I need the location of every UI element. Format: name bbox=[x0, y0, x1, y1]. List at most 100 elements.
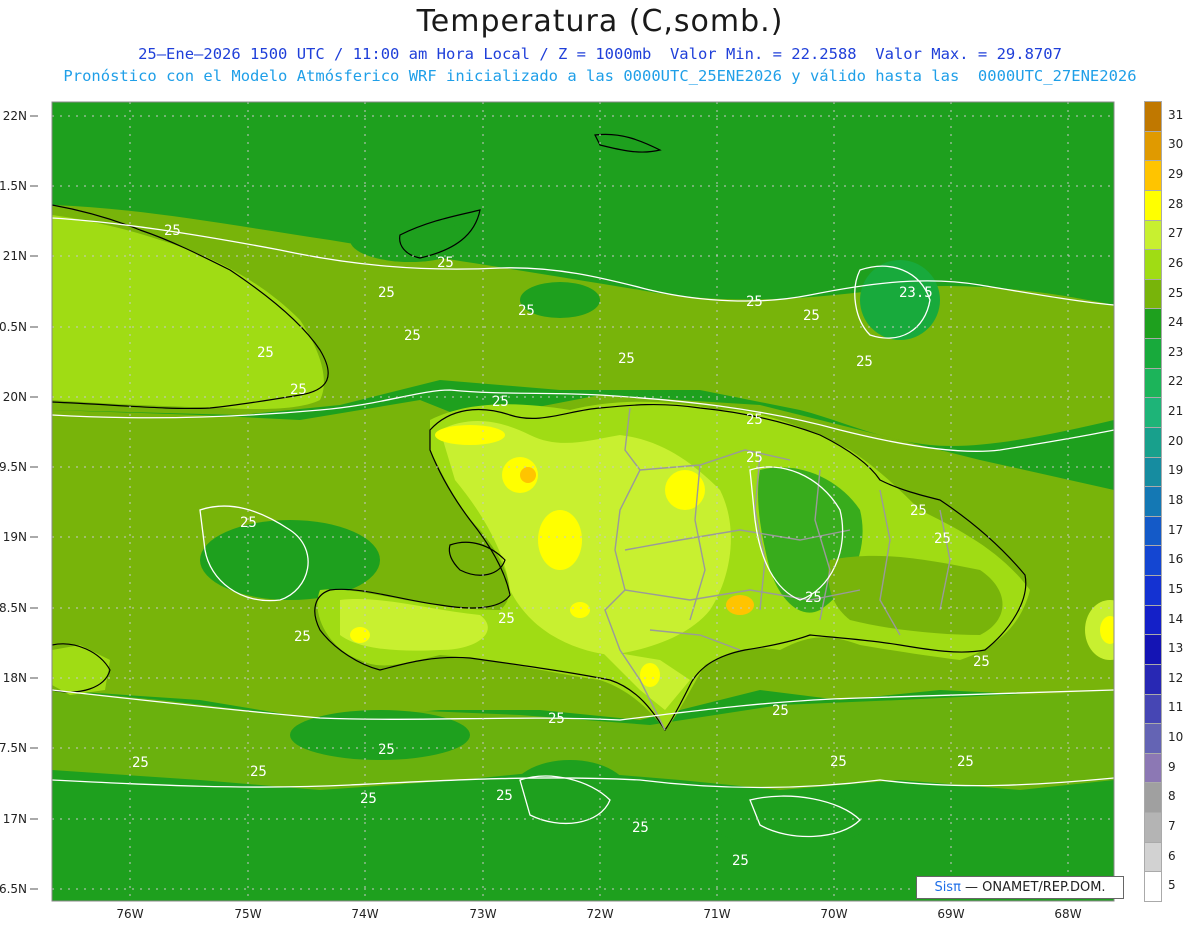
colorbar-label: 8 bbox=[1168, 789, 1176, 804]
hotspot-3 bbox=[538, 510, 582, 570]
temperature-fields bbox=[52, 205, 1114, 848]
colorbar-swatch bbox=[1144, 605, 1162, 636]
contour-label: 25 bbox=[240, 515, 257, 531]
sea-blob-3 bbox=[200, 520, 380, 600]
colorbar-label: 26 bbox=[1168, 255, 1184, 270]
contour-label: 23.5 bbox=[899, 285, 933, 301]
lat-label: 19N bbox=[3, 530, 27, 544]
sea-blob-6 bbox=[710, 792, 870, 848]
contour-label: 25 bbox=[973, 654, 990, 670]
contour-label: 25 bbox=[957, 754, 974, 770]
contour-label: 25 bbox=[746, 450, 763, 466]
subtitle-line-1: 25—Ene—2026 1500 UTC / 11:00 am Hora Loc… bbox=[138, 45, 1062, 63]
lat-label: 1.5N bbox=[0, 179, 27, 193]
colorbar-swatch bbox=[1144, 635, 1162, 665]
colorbar-label: 17 bbox=[1168, 522, 1184, 537]
contour-label: 25 bbox=[404, 328, 421, 344]
colorbar-label: 29 bbox=[1168, 167, 1184, 182]
lon-label: 68W bbox=[1054, 907, 1081, 921]
lat-label: 18N bbox=[3, 671, 27, 685]
lon-label: 72W bbox=[586, 907, 613, 921]
hotspot-8 bbox=[350, 627, 370, 643]
lon-label: 75W bbox=[234, 907, 261, 921]
hotspot-6 bbox=[570, 602, 590, 618]
colorbar-swatch bbox=[1144, 694, 1162, 725]
colorbar-swatch bbox=[1144, 279, 1162, 310]
longitude-axis: 76W 75W 74W 73W 72W 71W 70W 69W 68W bbox=[116, 907, 1081, 921]
contour-label: 25 bbox=[378, 742, 395, 758]
lat-label: 22N bbox=[3, 109, 27, 123]
colorbar-swatch bbox=[1144, 753, 1162, 784]
contour-label: 25 bbox=[257, 345, 274, 361]
colorbar-swatch bbox=[1144, 516, 1162, 547]
lat-label: 7.5N bbox=[0, 741, 27, 755]
hotspot-2-core bbox=[520, 467, 536, 483]
colorbar-swatch bbox=[1144, 664, 1162, 695]
colorbar-swatch bbox=[1144, 546, 1162, 576]
colorbar-label: 12 bbox=[1168, 670, 1184, 685]
colorbar bbox=[1144, 101, 1162, 902]
colorbar-label: 18 bbox=[1168, 493, 1184, 507]
colorbar-swatch bbox=[1144, 368, 1162, 399]
lat-label: 9.5N bbox=[0, 460, 27, 474]
contour-label: 25 bbox=[805, 590, 822, 606]
colorbar-swatch bbox=[1144, 309, 1162, 339]
colorbar-swatch bbox=[1144, 724, 1162, 754]
latitude-axis: 22N 1.5N 21N 0.5N 20N 9.5N 19N 8.5N 18N … bbox=[0, 109, 27, 896]
colorbar-label: 27 bbox=[1168, 226, 1184, 241]
lat-label: 6.5N bbox=[0, 882, 27, 896]
colorbar-swatch bbox=[1144, 457, 1162, 488]
colorbar-label: 28 bbox=[1168, 196, 1184, 211]
contour-label: 25 bbox=[518, 303, 535, 319]
contour-label: 25 bbox=[732, 853, 749, 869]
colorbar-label: 19 bbox=[1168, 463, 1184, 478]
colorbar-label: 13 bbox=[1168, 641, 1184, 656]
contour-label: 25 bbox=[132, 755, 149, 771]
contour-label: 25 bbox=[290, 382, 307, 398]
lat-label: 20N bbox=[3, 390, 27, 404]
colorbar-label: 25 bbox=[1168, 285, 1184, 300]
colorbar-swatch bbox=[1144, 190, 1162, 221]
hotspot-east-core bbox=[1100, 616, 1114, 644]
colorbar-swatch bbox=[1144, 339, 1162, 369]
colorbar-swatch bbox=[1144, 398, 1162, 428]
hotspot-5 bbox=[726, 595, 754, 615]
colorbar-label: 9 bbox=[1168, 759, 1176, 774]
colorbar-label: 15 bbox=[1168, 581, 1184, 596]
colorbar-label: 23 bbox=[1168, 344, 1184, 359]
subtitle-line-2: Pronóstico con el Modelo Atmósferico WRF… bbox=[63, 67, 1137, 85]
contour-label: 25 bbox=[830, 754, 847, 770]
colorbar-swatch bbox=[1144, 161, 1162, 191]
sispi-onamet-logo: Sisπ — ONAMET/REP.DOM. bbox=[916, 876, 1124, 899]
map-title: Temperatura (C,somb.) bbox=[416, 4, 784, 39]
lat-label: 8.5N bbox=[0, 601, 27, 615]
contour-label: 25 bbox=[360, 791, 377, 807]
lon-label: 70W bbox=[820, 907, 847, 921]
lat-label: 21N bbox=[3, 249, 27, 263]
lon-label: 76W bbox=[116, 907, 143, 921]
colorbar-label: 14 bbox=[1168, 611, 1184, 626]
contour-label: 25 bbox=[856, 354, 873, 370]
hotspot-7 bbox=[640, 663, 660, 687]
colorbar-label: 11 bbox=[1168, 700, 1184, 715]
colorbar-swatch bbox=[1144, 131, 1162, 162]
colorbar-label: 10 bbox=[1168, 730, 1184, 745]
colorbar-swatch bbox=[1144, 427, 1162, 458]
hotspot-1 bbox=[435, 425, 505, 445]
contour-label: 25 bbox=[772, 703, 789, 719]
contour-label: 25 bbox=[378, 285, 395, 301]
contour-label: 25 bbox=[492, 394, 509, 410]
contour-label: 25 bbox=[910, 503, 927, 519]
colorbar-label: 22 bbox=[1168, 374, 1184, 389]
colorbar-swatch bbox=[1144, 813, 1162, 843]
colorbar-swatch bbox=[1144, 783, 1162, 813]
temperature-map: 25 25 25 25 25 25 25 25 25 25 25 25 25 2… bbox=[0, 101, 1115, 921]
colorbar-label: 16 bbox=[1168, 552, 1184, 567]
contour-label: 25 bbox=[746, 294, 763, 310]
contour-label: 25 bbox=[437, 255, 454, 271]
contour-label: 25 bbox=[164, 223, 181, 239]
contour-label: 25 bbox=[496, 788, 513, 804]
colorbar-label: 30 bbox=[1168, 137, 1184, 152]
logo-text: — ONAMET/REP.DOM. bbox=[960, 880, 1106, 895]
colorbar-label: 7 bbox=[1168, 818, 1176, 833]
